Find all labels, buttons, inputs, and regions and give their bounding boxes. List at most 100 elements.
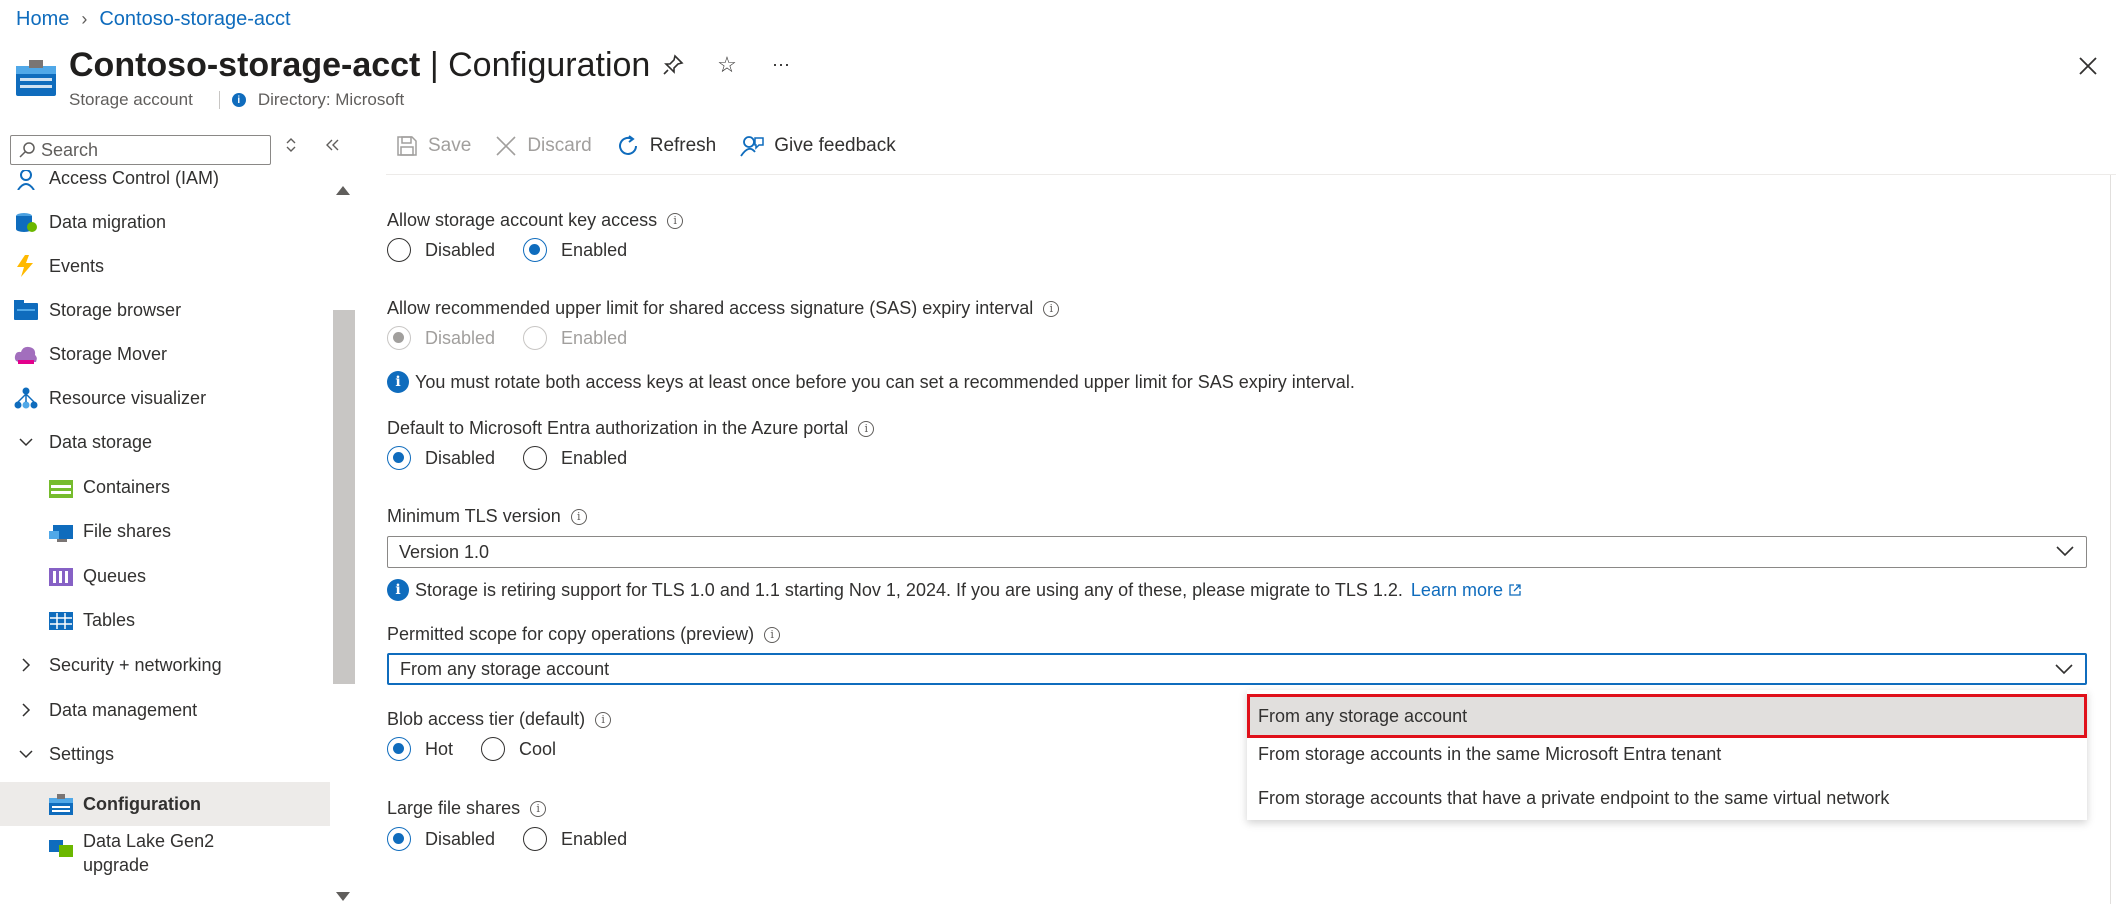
sidebar-group-settings[interactable]: Settings: [0, 732, 330, 776]
entra-default-disabled-option[interactable]: Disabled: [387, 446, 495, 470]
radio-button[interactable]: [387, 446, 411, 470]
radio-button: [387, 326, 411, 350]
sidebar-item-data-lake-upgrade[interactable]: Data Lake Gen2 upgrade: [0, 829, 330, 881]
sidebar-item-label: Configuration: [83, 793, 201, 814]
pin-icon[interactable]: [660, 52, 686, 78]
key-access-enabled-option[interactable]: Enabled: [523, 238, 627, 262]
radio-button[interactable]: [523, 827, 548, 851]
copy-scope-select[interactable]: From any storage account: [387, 653, 2087, 685]
info-icon[interactable]: i: [858, 420, 875, 437]
sas-limit-disabled-option: Disabled: [387, 326, 495, 350]
sidebar-group-data-storage[interactable]: Data storage: [0, 420, 330, 464]
radio-label: Disabled: [425, 447, 496, 468]
sidebar-group-security-networking[interactable]: Security + networking: [0, 643, 330, 687]
sidebar-item-resource-visualizer[interactable]: Resource visualizer: [0, 376, 330, 420]
dropdown-option[interactable]: From storage accounts that have a privat…: [1247, 776, 2087, 820]
tls-info-message: i Storage is retiring support for TLS 1.…: [387, 579, 1522, 601]
sidebar-group-data-management[interactable]: Data management: [0, 688, 330, 732]
hierarchy-icon: [14, 387, 38, 409]
info-icon[interactable]: i: [595, 711, 612, 728]
sidebar-item-storage-browser[interactable]: Storage browser: [0, 288, 330, 332]
entra-default-enabled-option[interactable]: Enabled: [523, 446, 627, 470]
breadcrumb-home-link[interactable]: Home: [16, 8, 69, 31]
sidebar-item-file-shares[interactable]: File shares: [0, 509, 330, 553]
learn-more-link[interactable]: Learn more: [1411, 580, 1503, 601]
people-icon: [17, 170, 35, 190]
subtitle: Storage account i Directory: Microsoft: [69, 90, 404, 110]
scroll-up-arrow-icon[interactable]: [336, 186, 350, 195]
container-icon: [49, 480, 73, 498]
divider: [218, 91, 220, 109]
breadcrumb-resource-link[interactable]: Contoso-storage-acct: [99, 8, 290, 31]
radio-label: Disabled: [425, 239, 496, 260]
radio-button[interactable]: [523, 238, 548, 262]
key-access-radio-group: Disabled Enabled: [387, 238, 655, 262]
sidebar-item-access-control[interactable]: Access Control (IAM): [0, 170, 330, 200]
give-feedback-button[interactable]: Give feedback: [740, 134, 896, 158]
radio-label: Enabled: [561, 828, 628, 849]
copy-scope-dropdown: From any storage account From storage ac…: [1247, 690, 2087, 820]
data-lake-icon: [49, 840, 73, 857]
tls-label-text: Minimum TLS version: [387, 506, 561, 526]
radio-label: Cool: [519, 738, 557, 759]
radio-button[interactable]: [387, 737, 411, 761]
sas-info-message: i You must rotate both access keys at le…: [387, 371, 1355, 393]
sidebar-item-storage-mover[interactable]: Storage Mover: [0, 332, 330, 376]
radio-button[interactable]: [387, 827, 411, 851]
large-file-shares-label-text: Large file shares: [387, 798, 521, 818]
blob-tier-hot-option[interactable]: Hot: [387, 737, 453, 761]
sas-limit-radio-group: Disabled Enabled: [387, 326, 655, 350]
chevron-right-icon: [22, 703, 31, 717]
close-icon[interactable]: [2074, 52, 2102, 80]
search-input[interactable]: [41, 139, 241, 161]
large-files-enabled-option[interactable]: Enabled: [523, 827, 627, 851]
save-button[interactable]: Save: [396, 135, 471, 157]
tls-version-select[interactable]: Version 1.0: [387, 536, 2087, 568]
sidebar-item-data-migration[interactable]: Data migration: [0, 200, 330, 244]
sidebar-item-label: Storage browser: [49, 299, 182, 320]
info-icon[interactable]: i: [667, 212, 684, 229]
radio-button[interactable]: [387, 238, 411, 262]
info-icon[interactable]: i: [1043, 300, 1060, 317]
refresh-button[interactable]: Refresh: [616, 134, 716, 158]
sidebar-item-tables[interactable]: Tables: [0, 598, 330, 642]
save-label: Save: [428, 135, 472, 156]
blob-tier-cool-option[interactable]: Cool: [481, 737, 556, 761]
search-icon: [19, 142, 35, 158]
dropdown-option[interactable]: From storage accounts in the same Micros…: [1247, 732, 2087, 776]
sidebar-item-events[interactable]: Events: [0, 244, 330, 288]
sidebar-item-containers[interactable]: Containers: [0, 465, 330, 509]
copy-scope-label: Permitted scope for copy operations (pre…: [387, 624, 781, 645]
external-link-icon[interactable]: [1508, 583, 1522, 597]
star-icon[interactable]: ☆: [714, 52, 740, 78]
info-icon[interactable]: i: [530, 800, 547, 817]
option-label: From storage accounts in the same Micros…: [1258, 743, 1722, 764]
blob-tier-radio-group: Hot Cool: [387, 737, 584, 761]
info-icon[interactable]: i: [570, 508, 587, 525]
sas-message-text: You must rotate both access keys at leas…: [415, 371, 1355, 392]
expand-collapse-icon[interactable]: [284, 136, 298, 159]
radio-button: [523, 326, 548, 350]
chevron-right-icon: ›: [81, 9, 88, 29]
sidebar-item-configuration[interactable]: Configuration: [0, 782, 330, 826]
scroll-down-arrow-icon[interactable]: [336, 892, 350, 901]
info-icon[interactable]: i: [764, 626, 781, 643]
radio-button[interactable]: [481, 737, 506, 761]
radio-button[interactable]: [523, 446, 548, 470]
resource-type: Storage account: [69, 90, 193, 109]
discard-button[interactable]: Discard: [495, 135, 592, 157]
page-title-section: | Configuration: [420, 46, 651, 84]
sidebar-item-label: Access Control (IAM): [49, 170, 220, 188]
more-icon[interactable]: ⋯: [768, 52, 794, 78]
large-files-disabled-option[interactable]: Disabled: [387, 827, 495, 851]
collapse-sidebar-icon[interactable]: [324, 136, 340, 159]
sas-limit-enabled-option: Enabled: [523, 326, 627, 350]
scrollbar-thumb[interactable]: [333, 310, 355, 684]
save-icon: [397, 136, 417, 156]
discard-label: Discard: [527, 135, 592, 156]
sidebar-item-label: Data storage: [49, 431, 153, 452]
sidebar-item-queues[interactable]: Queues: [0, 554, 330, 598]
key-access-disabled-option[interactable]: Disabled: [387, 238, 495, 262]
breadcrumb: Home › Contoso-storage-acct: [16, 8, 291, 31]
sas-limit-label: Allow recommended upper limit for shared…: [387, 298, 1060, 319]
